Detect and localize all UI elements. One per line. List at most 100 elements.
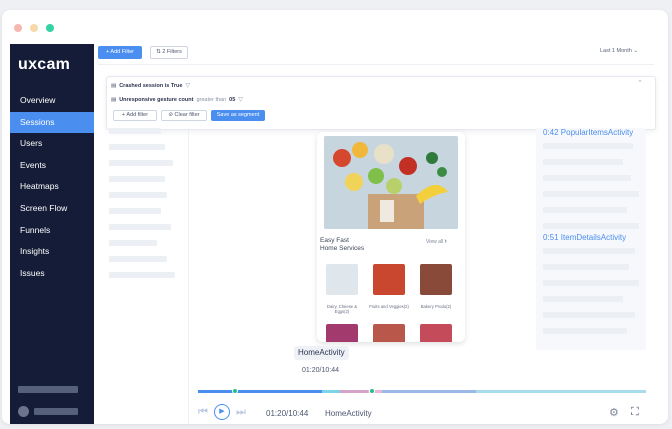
- sidebar: uxcam Overview Sessions Users Events Hea…: [10, 44, 94, 424]
- sidebar-item-sessions[interactable]: Sessions: [10, 111, 94, 134]
- uxcam-logo: uxcam: [18, 56, 71, 73]
- clipboard-icon: ▤: [111, 82, 117, 89]
- date-range-select[interactable]: Last 1 Month ⌄: [600, 48, 638, 54]
- sidebar-item-overview[interactable]: Overview: [10, 90, 94, 112]
- activity-placeholder: [543, 296, 623, 302]
- activity-placeholder: [543, 143, 633, 149]
- view-all-link[interactable]: View all ›: [426, 238, 447, 245]
- phone-title-line2: Home Services: [320, 245, 365, 252]
- list-placeholder: [109, 144, 165, 150]
- sidebar-item-screen-flow[interactable]: Screen Flow: [10, 198, 94, 220]
- settings-icon[interactable]: ⚙: [609, 406, 619, 419]
- badge-time: 01:20/10:44: [302, 367, 339, 374]
- product-thumb[interactable]: [326, 324, 358, 342]
- phone-section-title: Easy Fast Home Services: [320, 237, 364, 253]
- funnel-icon[interactable]: ▽: [238, 96, 243, 103]
- toolbar-divider: [98, 64, 654, 65]
- chevron-right-icon: ›: [444, 238, 447, 245]
- activity-placeholder: [543, 191, 639, 197]
- filter-value: 05: [229, 96, 236, 103]
- sidebar-item-users[interactable]: Users: [10, 133, 94, 155]
- activity-placeholder: [543, 159, 623, 165]
- grocery-hero-image: [324, 136, 458, 229]
- minimize-dot[interactable]: [30, 24, 38, 32]
- current-screen-badge: HomeActivity: [294, 346, 349, 360]
- activity-placeholder: [543, 207, 627, 213]
- timeline-played[interactable]: [198, 390, 322, 393]
- account-placeholder: [18, 386, 78, 393]
- product-thumb-fruits[interactable]: [373, 264, 405, 295]
- product-thumb[interactable]: [420, 324, 452, 342]
- activity-placeholder: [543, 248, 635, 254]
- filter-row-crashed[interactable]: ▤ Crashed session is True ▽: [111, 82, 190, 90]
- product-label-bakery: Bakery Produ(2): [420, 304, 452, 309]
- product-label-dairy: Dairy, Cheese & Eggs(2): [326, 304, 358, 314]
- list-placeholder: [109, 176, 165, 182]
- player-time: 01:20/10:44: [266, 409, 309, 418]
- product-thumb-dairy[interactable]: [326, 264, 358, 295]
- activity-placeholder: [543, 175, 631, 181]
- player-screen-name: HomeActivity: [325, 409, 372, 418]
- filters-count-label: 2 Filters: [162, 49, 182, 55]
- activity-placeholder: [543, 280, 639, 286]
- sidebar-item-issues[interactable]: Issues: [10, 263, 94, 285]
- fullscreen-icon[interactable]: ⛶: [631, 406, 639, 419]
- filter-operator: greater than: [196, 96, 227, 103]
- maximize-dot[interactable]: [46, 24, 54, 32]
- clear-filter-label: Clear filter: [174, 112, 200, 118]
- list-placeholder: [109, 208, 161, 214]
- date-range-label: Last 1 Month: [600, 48, 632, 54]
- filter-panel: ▤ Crashed session is True ▽ ▤ Unresponsi…: [106, 76, 656, 130]
- filters-button[interactable]: ⇅ 2 Filters: [150, 46, 188, 59]
- avatar[interactable]: [18, 406, 29, 417]
- phone-title-line1: Easy Fast: [320, 237, 349, 244]
- save-segment-button[interactable]: Save as segment: [211, 110, 265, 121]
- list-placeholder: [109, 224, 171, 230]
- clipboard-icon: ▤: [111, 96, 117, 103]
- activity-link-popular-items[interactable]: 0:42 PopularItemsActivity: [543, 128, 633, 137]
- sidebar-item-heatmaps[interactable]: Heatmaps: [10, 176, 94, 198]
- clear-filter-button[interactable]: ⊘ Clear filter: [161, 110, 207, 121]
- product-thumb[interactable]: [373, 324, 405, 342]
- list-placeholder: [109, 256, 167, 262]
- session-replay-screen[interactable]: Easy Fast Home Services View all › Dairy…: [317, 132, 465, 342]
- chevron-up-icon[interactable]: ⌃: [637, 79, 643, 87]
- timeline-event-marker[interactable]: [232, 388, 238, 394]
- user-name-placeholder: [34, 408, 78, 415]
- list-placeholder: [109, 160, 173, 166]
- sidebar-item-insights[interactable]: Insights: [10, 241, 94, 263]
- skip-forward-icon[interactable]: ⏭: [236, 406, 246, 419]
- list-placeholder: [109, 128, 161, 134]
- add-filter-small-button[interactable]: + Add filter: [113, 110, 157, 121]
- activity-placeholder: [543, 312, 635, 318]
- filter-row-unresponsive[interactable]: ▤ Unresponsive gesture count greater tha…: [111, 96, 243, 104]
- list-placeholder: [109, 192, 167, 198]
- product-thumb-bakery[interactable]: [420, 264, 452, 295]
- timeline-segment[interactable]: [382, 390, 476, 393]
- close-dot[interactable]: [14, 24, 22, 32]
- list-divider: [188, 128, 189, 424]
- activity-link-item-details[interactable]: 0:51 ItemDetailsActivity: [543, 233, 626, 242]
- activity-placeholder: [543, 264, 629, 270]
- filter-unresponsive-label: Unresponsive gesture count: [119, 96, 194, 103]
- product-label-fruits: Fruits and Veggies(2): [369, 304, 409, 309]
- activity-placeholder: [543, 223, 639, 229]
- timeline-segment[interactable]: [322, 390, 340, 393]
- filter-crashed-label: Crashed session is True: [119, 82, 183, 89]
- sidebar-nav: Overview Sessions Users Events Heatmaps …: [10, 90, 94, 284]
- skip-back-icon[interactable]: ⏮: [198, 406, 208, 419]
- funnel-icon[interactable]: ▽: [185, 82, 190, 89]
- list-placeholder: [109, 240, 157, 246]
- add-filter-button[interactable]: + Add Filter: [98, 46, 142, 59]
- play-icon[interactable]: ▶: [214, 404, 230, 420]
- timeline-event-marker[interactable]: [369, 388, 375, 394]
- window-controls: [14, 24, 54, 32]
- activity-placeholder: [543, 328, 627, 334]
- timeline-segment[interactable]: [340, 390, 368, 393]
- sidebar-item-funnels[interactable]: Funnels: [10, 220, 94, 242]
- sidebar-item-events[interactable]: Events: [10, 155, 94, 177]
- app-window: uxcam Overview Sessions Users Events Hea…: [2, 10, 668, 424]
- view-all-label: View all: [426, 239, 444, 245]
- list-placeholder: [109, 272, 175, 278]
- timeline-remaining[interactable]: [476, 390, 646, 393]
